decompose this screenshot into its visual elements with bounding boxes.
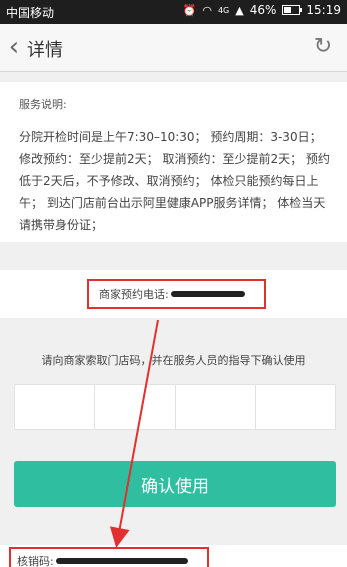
service-description-card: 服务说明: 分院开检时间是上午7:30–10:30； 预约周期：3-30日； 修…	[0, 82, 347, 242]
wifi-icon: ◠	[202, 3, 212, 17]
redacted-phone-number	[170, 291, 245, 297]
store-code-input[interactable]	[14, 384, 336, 430]
store-code-digit-1[interactable]	[15, 385, 96, 429]
verification-code-label: 核销码:	[17, 554, 54, 567]
refresh-icon[interactable]: ↻	[311, 35, 335, 59]
network-type: 4G	[217, 5, 230, 15]
chevron-left-icon[interactable]: ‹	[4, 32, 24, 62]
service-description-text: 分院开检时间是上午7:30–10:30； 预约周期：3-30日； 修改预约：至少…	[19, 130, 330, 232]
verification-code-row: 核销码:	[0, 545, 347, 567]
battery-icon	[282, 5, 303, 15]
merchant-phone-row: 商家预约电话:	[0, 270, 347, 318]
redacted-verification-code	[55, 557, 188, 564]
page-title: 详情	[27, 40, 63, 61]
store-code-digit-4[interactable]	[256, 385, 335, 429]
carrier-name: 中国移动	[6, 6, 55, 20]
verification-code-highlight: 核销码:	[9, 547, 209, 567]
store-code-digit-3[interactable]	[176, 385, 256, 429]
status-bar: 中国移动 ⏰ ◠ 4G ▲ 46% 15:19	[0, 0, 347, 24]
battery-percent: 46%	[249, 3, 277, 17]
alarm-icon: ⏰	[182, 3, 197, 17]
status-icons: ⏰ ◠ 4G ▲ 46% 15:19	[183, 3, 341, 17]
nav-bar: ‹ 详情 ↻	[0, 24, 347, 72]
store-code-digit-2[interactable]	[95, 385, 176, 429]
service-description-title: 服务说明:	[19, 98, 67, 111]
confirm-use-button[interactable]: 确认使用	[14, 461, 336, 507]
instruction-text: 请向商家索取门店码，并在服务人员的指导下确认使用	[41, 354, 306, 367]
merchant-phone-label: 商家预约电话:	[99, 288, 169, 301]
clock: 15:19	[306, 3, 341, 17]
merchant-phone-highlight[interactable]: 商家预约电话:	[87, 279, 266, 309]
signal-icon: ▲	[235, 3, 244, 17]
